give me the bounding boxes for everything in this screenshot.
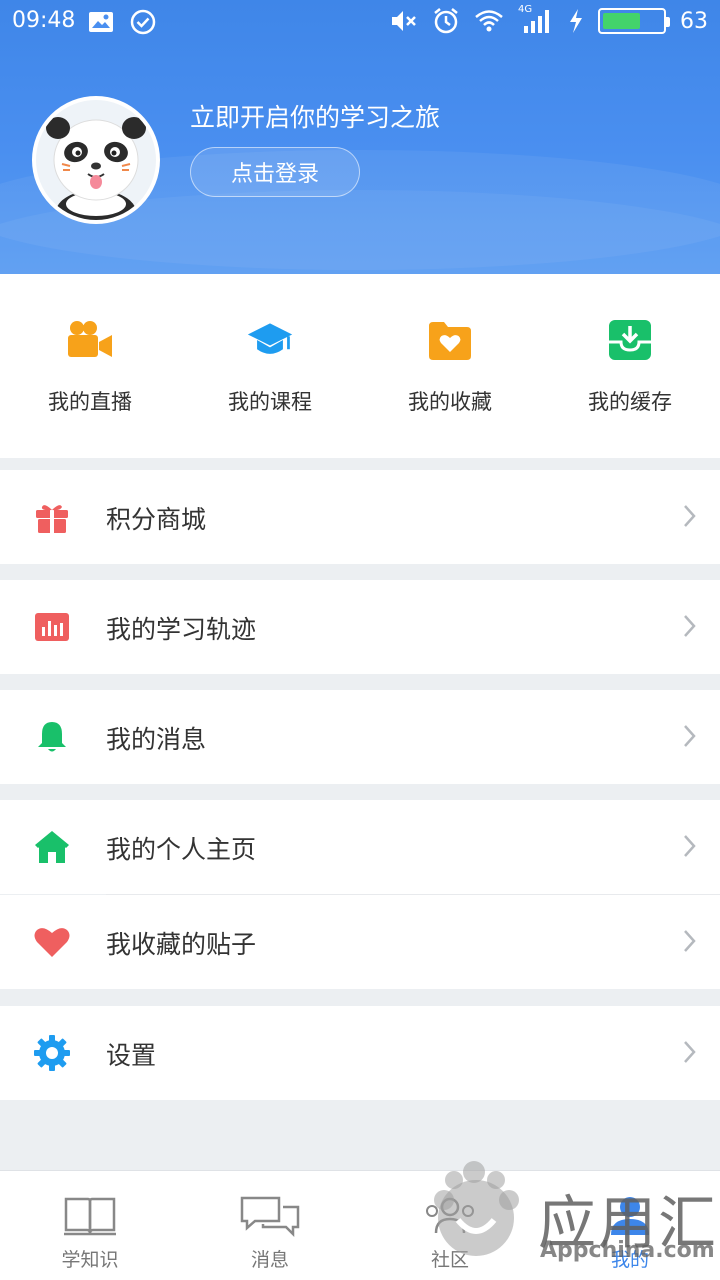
wifi-icon	[475, 10, 503, 32]
menu-item-label: 设置	[106, 1041, 157, 1070]
header-slogan: 立即开启你的学习之旅	[190, 103, 441, 132]
menu-item-homepage[interactable]: 我的个人主页	[0, 800, 720, 894]
bell-icon	[32, 717, 72, 757]
tab-community[interactable]: 社区	[360, 1171, 540, 1280]
tab-messages[interactable]: 消息	[180, 1171, 360, 1280]
status-icons: 4G 63	[390, 4, 708, 35]
gallery-notification-icon	[89, 12, 113, 32]
menu-item-label: 积分商城	[106, 505, 207, 534]
tab-label: 社区	[430, 1249, 469, 1271]
quick-actions: 我的直播 我的课程 我的收藏 我的缓存	[0, 274, 720, 458]
heart-icon	[32, 922, 72, 962]
status-time: 09:48	[12, 8, 76, 33]
chevron-right-icon	[684, 505, 696, 527]
tab-label: 我的	[610, 1249, 649, 1271]
menu-item-label: 我的消息	[106, 725, 207, 754]
quick-item-label: 我的收藏	[408, 390, 492, 414]
menu-item-label: 我的学习轨迹	[106, 615, 257, 644]
avatar[interactable]	[32, 96, 160, 224]
check-circle-icon	[130, 9, 156, 35]
chat-icon	[239, 1193, 301, 1239]
video-camera-icon	[66, 316, 114, 364]
quick-item-courses[interactable]: 我的课程	[180, 274, 360, 458]
quick-item-label: 我的直播	[48, 390, 132, 414]
download-box-icon	[606, 316, 654, 364]
menu-item-saved-posts[interactable]: 我收藏的贴子	[0, 895, 720, 989]
community-icon	[419, 1193, 481, 1239]
quick-item-favorites[interactable]: 我的收藏	[360, 274, 540, 458]
heart-folder-icon	[426, 316, 474, 364]
menu-item-settings[interactable]: 设置	[0, 1006, 720, 1100]
gear-icon	[32, 1033, 72, 1073]
charging-icon	[570, 9, 582, 33]
chevron-right-icon	[684, 725, 696, 747]
quick-item-label: 我的课程	[228, 390, 312, 414]
panda-avatar-icon	[46, 117, 146, 220]
menu-item-learning-track[interactable]: 我的学习轨迹	[0, 580, 720, 674]
gift-icon	[32, 497, 72, 537]
tab-label: 消息	[250, 1249, 289, 1271]
home-icon	[32, 827, 72, 867]
battery-fill	[603, 13, 640, 29]
chevron-right-icon	[684, 835, 696, 857]
battery-tip	[666, 17, 670, 27]
profile-header: 09:48 4G 63 立即开启你的学习之旅 点击登录	[0, 0, 720, 274]
bar-chart-icon	[32, 607, 72, 647]
chevron-right-icon	[684, 930, 696, 952]
menu-item-messages[interactable]: 我的消息	[0, 690, 720, 784]
book-icon	[59, 1193, 121, 1239]
bottom-nav: 学知识 消息 社区 我的	[0, 1170, 720, 1280]
alarm-icon	[434, 8, 458, 34]
menu-item-points-mall[interactable]: 积分商城	[0, 470, 720, 564]
mute-icon	[392, 11, 416, 31]
login-button[interactable]: 点击登录	[190, 147, 360, 197]
tab-learn[interactable]: 学知识	[0, 1171, 180, 1280]
signal-indicator: 4G	[518, 4, 554, 34]
person-icon	[599, 1193, 661, 1239]
tab-mine[interactable]: 我的	[540, 1171, 720, 1280]
battery-percent: 63	[680, 8, 708, 34]
quick-item-live[interactable]: 我的直播	[0, 274, 180, 458]
tab-label: 学知识	[61, 1249, 119, 1271]
menu-item-label: 我的个人主页	[106, 835, 257, 864]
chevron-right-icon	[684, 1041, 696, 1063]
quick-item-downloads[interactable]: 我的缓存	[540, 274, 720, 458]
chevron-right-icon	[684, 615, 696, 637]
quick-item-label: 我的缓存	[588, 390, 672, 414]
graduation-cap-icon	[246, 316, 294, 364]
menu-item-label: 我收藏的贴子	[106, 930, 257, 959]
status-bar: 09:48 4G 63	[0, 0, 720, 44]
battery-icon	[598, 8, 670, 34]
signal-icon	[524, 10, 549, 33]
